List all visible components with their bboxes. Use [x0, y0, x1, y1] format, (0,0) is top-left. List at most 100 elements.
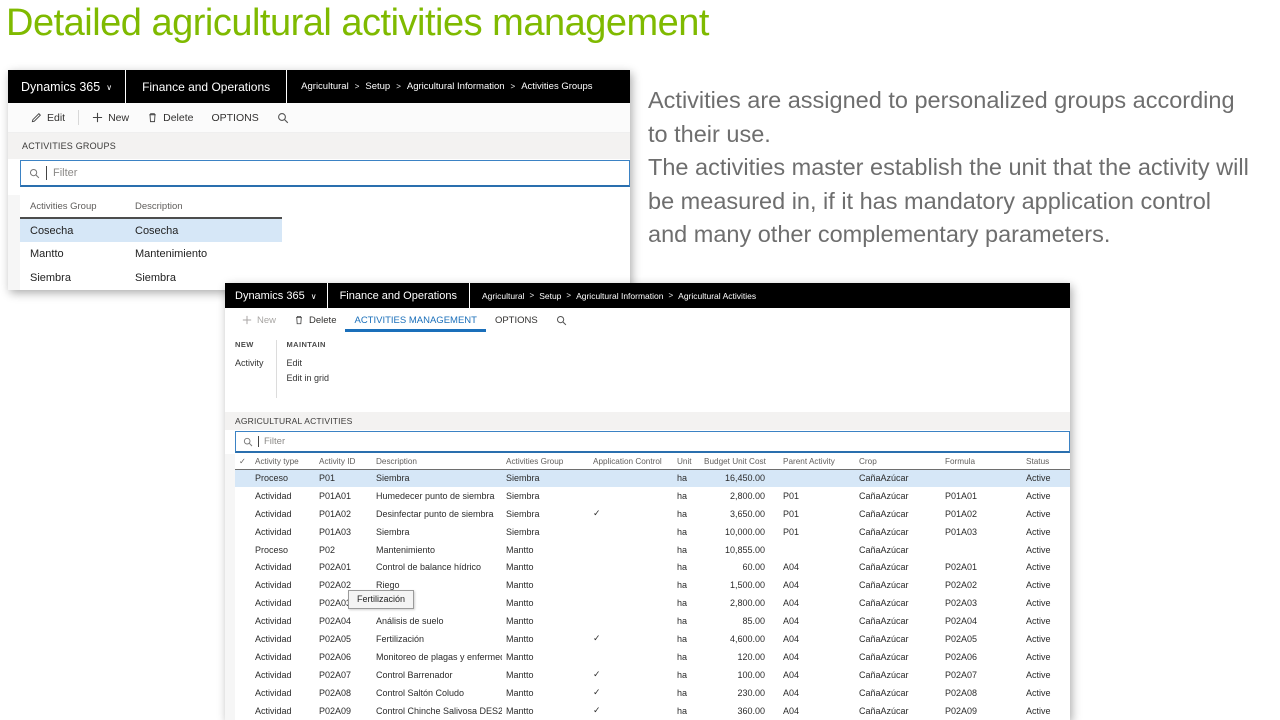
search-button[interactable]	[268, 103, 298, 132]
tab-activities-management[interactable]: ACTIVITIES MANAGEMENT	[345, 308, 486, 332]
cell-activity-type[interactable]: Actividad	[251, 630, 315, 648]
options-menu[interactable]: OPTIONS	[486, 308, 547, 332]
app-header-bar: Dynamics 365 ∨ Finance and Operations Ag…	[225, 283, 1070, 308]
cell-activity-type[interactable]: Actividad	[251, 505, 315, 523]
cell-formula: P02A06	[945, 651, 978, 662]
new-button[interactable]: New	[233, 308, 285, 332]
grid-row[interactable]: Actividad P01A02 Desinfectar punto de siem…	[235, 505, 1070, 523]
grid-row[interactable]: Actividad P02A06 Monitoreo de plagas y enf…	[235, 648, 1070, 666]
select-all-checkmark-icon[interactable]: ✓	[235, 454, 251, 470]
panel-caption: AGRICULTURAL ACTIVITIES	[225, 412, 1070, 430]
cell-activity-type[interactable]: Actividad	[251, 666, 315, 684]
breadcrumb-item[interactable]: Setup	[365, 81, 390, 92]
grid-row[interactable]: Actividad P02A09 Control Chinche Salivosa …	[235, 702, 1070, 720]
column-header-description[interactable]: Description	[372, 454, 502, 470]
dynamics365-menu[interactable]: Dynamics 365 ∨	[225, 283, 327, 308]
cell-formula: P01A01	[945, 490, 978, 501]
filter-input[interactable]: Filter	[20, 160, 630, 187]
cell-activity-type[interactable]: Actividad	[251, 612, 315, 630]
cell-activity-id: P02A04	[319, 616, 352, 627]
cell-parent-activity: P01	[783, 508, 800, 519]
grid-row[interactable]: Actividad P02A04 Análisis de suelo Mantto ha…	[235, 612, 1070, 630]
cell-select	[235, 469, 251, 487]
grid-row[interactable]: Actividad P02A08 Control Saltón Coludo Mant…	[235, 684, 1070, 702]
cell-activity-type[interactable]: Actividad	[251, 487, 315, 505]
product-name[interactable]: Finance and Operations	[328, 283, 469, 308]
cell-activity-id: P02A09	[319, 705, 352, 716]
plus-icon	[93, 112, 103, 123]
delete-button[interactable]: Delete	[138, 103, 202, 132]
column-header-parent-activity[interactable]: Parent Activity	[771, 454, 847, 470]
column-header-budget-unit-cost[interactable]: Budget Unit Cost	[700, 454, 771, 470]
cell-application-control	[587, 576, 673, 594]
cell-activity-type[interactable]: Actividad	[251, 684, 315, 702]
activities-groups-table: Activities Group Description Cosecha Cos…	[20, 195, 282, 290]
breadcrumb-item[interactable]: Agricultural Information	[576, 291, 663, 301]
breadcrumb-item[interactable]: Activities Groups	[521, 81, 592, 92]
text-cursor	[46, 166, 47, 180]
toolbar-divider	[78, 110, 80, 125]
delete-button[interactable]: Delete	[285, 308, 345, 332]
cell-crop: CañaAzúcar	[859, 526, 909, 537]
options-menu[interactable]: OPTIONS	[202, 103, 267, 132]
search-icon	[243, 437, 253, 446]
cell-activity-type[interactable]: Actividad	[251, 702, 315, 720]
cell-description: Control Chinche Salivosa DES2x1	[376, 705, 502, 716]
breadcrumb-item[interactable]: Agricultural	[301, 81, 349, 92]
cell-parent-activity: A04	[783, 633, 800, 644]
cell-activity-type[interactable]: Actividad	[251, 576, 315, 594]
column-header-application-control[interactable]: Application Control	[587, 454, 673, 470]
grid-row[interactable]: Actividad P02A03 Fertilización Mantto ha 2,80…	[235, 590, 1070, 612]
column-header-activities-group[interactable]: Activities Group	[20, 195, 125, 219]
ribbon-item-edit-in-grid[interactable]: Edit in grid	[287, 371, 330, 386]
grid-row[interactable]: Proceso P02 Mantenimiento Mantto ha 10,855.00…	[235, 541, 1070, 559]
cell-crop[interactable]: CañaAzúcar	[847, 469, 933, 487]
ribbon-item-activity[interactable]: Activity	[235, 356, 264, 371]
new-button[interactable]: New	[83, 103, 138, 132]
cell-activity-type[interactable]: Actividad	[251, 523, 315, 541]
grid-row[interactable]: Actividad P02A01 Control de balance hídric…	[235, 558, 1070, 576]
breadcrumb-item[interactable]: Agricultural Activities	[678, 291, 756, 301]
product-name[interactable]: Finance and Operations	[126, 70, 286, 103]
cell-activities-group[interactable]: Siembra	[502, 469, 587, 487]
column-header-activities-group[interactable]: Activities Group	[502, 454, 587, 470]
column-header-crop[interactable]: Crop	[847, 454, 933, 470]
dynamics365-menu[interactable]: Dynamics 365 ∨	[8, 70, 125, 103]
window-agricultural-activities: Dynamics 365 ∨ Finance and Operations Ag…	[225, 283, 1070, 720]
grid-row[interactable]: Proceso P01 Siembra Siembra ha 16,450.00 CañaA…	[235, 469, 1070, 487]
grid-row[interactable]: Actividad P02A05 Fertilización Mantto ✓ ha 4,6…	[235, 630, 1070, 648]
grid-row[interactable]: Actividad P02A07 Control Barrenador Mantto ✓…	[235, 666, 1070, 684]
filter-input[interactable]: Filter	[235, 431, 1070, 453]
column-header-description[interactable]: Description	[125, 195, 282, 219]
cell-formula: P01A03	[945, 526, 978, 537]
activities-grid-body: Proceso P01 Siembra Siembra ha 16,450.00 CañaA…	[235, 469, 1070, 719]
ribbon-item-edit[interactable]: Edit	[287, 356, 330, 371]
edit-button[interactable]: Edit	[22, 103, 74, 132]
table-row[interactable]: Mantto Mantenimiento	[20, 242, 282, 266]
cell-activity-type[interactable]: Proceso	[251, 541, 315, 559]
column-header-activity-id[interactable]: Activity ID	[315, 454, 372, 470]
description-line: The activities master establish the unit…	[648, 154, 1249, 180]
grid-row[interactable]: Actividad P01A01 Humedecer punto de siembr…	[235, 487, 1070, 505]
column-header-activity-type[interactable]: Activity type	[251, 454, 315, 470]
app-name: Dynamics 365	[235, 289, 305, 302]
breadcrumb: Agricultural > Setup > Agricultural Info…	[287, 70, 606, 103]
cell-activity-type[interactable]: Actividad	[251, 594, 315, 612]
left-gutter	[8, 195, 20, 290]
cell-select	[235, 505, 251, 523]
cell-activity-type[interactable]: Proceso	[251, 469, 315, 487]
column-header-unit[interactable]: Unit	[673, 454, 700, 470]
search-button[interactable]	[547, 308, 576, 332]
cell-activity-type[interactable]: Actividad	[251, 648, 315, 666]
breadcrumb-item[interactable]: Agricultural Information	[407, 81, 505, 92]
column-header-formula[interactable]: Formula	[933, 454, 1014, 470]
cell-activity-type[interactable]: Actividad	[251, 558, 315, 576]
column-header-status[interactable]: Status	[1014, 454, 1070, 470]
table-row[interactable]: Cosecha Cosecha	[20, 218, 282, 242]
breadcrumb-item[interactable]: Agricultural	[482, 291, 525, 301]
grid-row[interactable]: Actividad P01A03 Siembra Siembra ha 10,000.00…	[235, 523, 1070, 541]
cell-activities-group: Siembra	[30, 272, 71, 284]
description-text: Activities are assigned to personalized …	[648, 84, 1280, 252]
ribbon-group-new: NEW Activity	[235, 340, 264, 412]
breadcrumb-item[interactable]: Setup	[539, 291, 561, 301]
